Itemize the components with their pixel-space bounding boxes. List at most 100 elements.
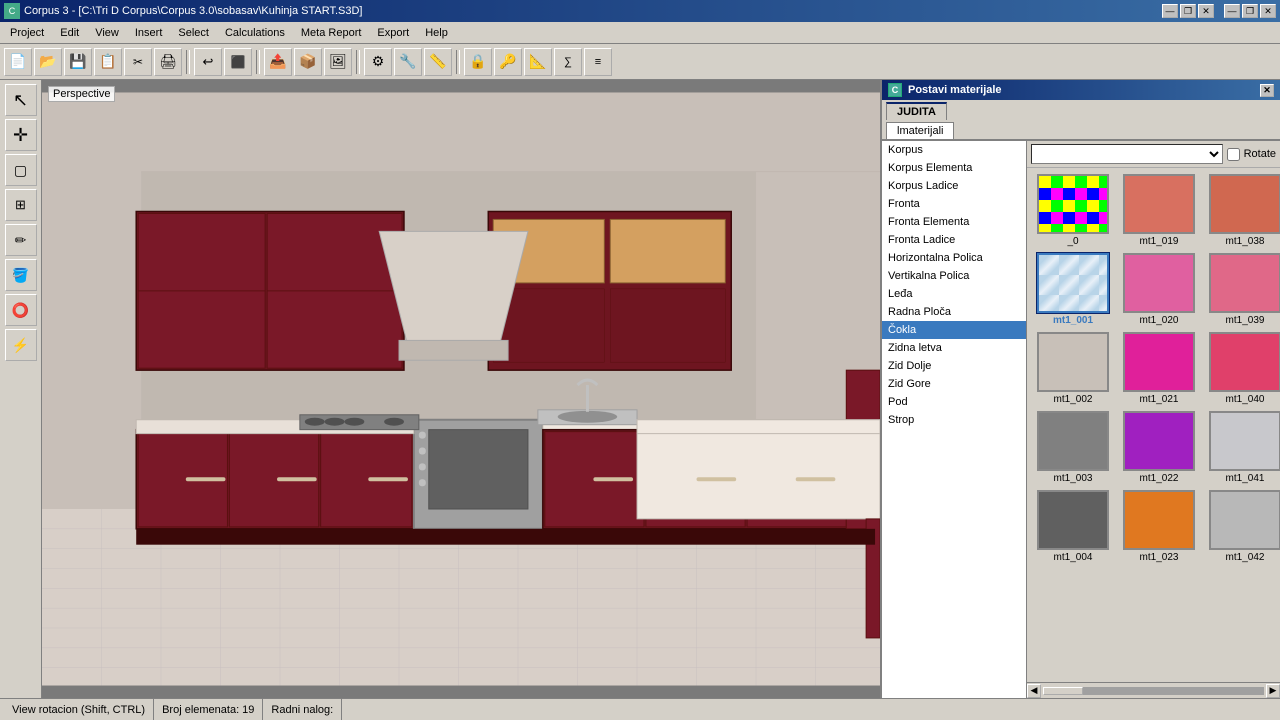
tool-lightning[interactable]: ⚡: [5, 329, 37, 361]
swatch-box-mt1-019[interactable]: [1123, 174, 1195, 234]
toolbar-3d[interactable]: 📦: [294, 48, 322, 76]
toolbar-print[interactable]: 🖨: [154, 48, 182, 76]
swatch-mt1-041[interactable]: mt1_041: [1205, 411, 1280, 484]
toolbar-new[interactable]: 📄: [4, 48, 32, 76]
swatch-mt1-039[interactable]: mt1_039: [1205, 253, 1280, 326]
swatch-mt1-001[interactable]: mt1_001: [1033, 253, 1113, 326]
toolbar-key[interactable]: 🔑: [494, 48, 522, 76]
swatch-mt1-040[interactable]: mt1_040: [1205, 332, 1280, 405]
tool-pen[interactable]: ✏: [5, 224, 37, 256]
toolbar-tools[interactable]: 🔧: [394, 48, 422, 76]
app-min-btn[interactable]: —: [1224, 4, 1240, 18]
swatch-box-mt1-023[interactable]: [1123, 490, 1195, 550]
menu-insert[interactable]: Insert: [127, 25, 171, 41]
mat-item-korpus-elementa[interactable]: Korpus Elementa: [882, 159, 1026, 177]
tool-move[interactable]: ✛: [5, 119, 37, 151]
menu-edit[interactable]: Edit: [52, 25, 87, 41]
swatch-mt1-003[interactable]: mt1_003: [1033, 411, 1113, 484]
toolbar-cut[interactable]: ✂: [124, 48, 152, 76]
toolbar-export[interactable]: 📤: [264, 48, 292, 76]
mat-item-zidna-letva[interactable]: Zidna letva: [882, 339, 1026, 357]
menu-select[interactable]: Select: [170, 25, 217, 41]
minimize-btn[interactable]: —: [1162, 4, 1178, 18]
material-dropdown[interactable]: [1031, 144, 1223, 164]
menu-help[interactable]: Help: [417, 25, 456, 41]
toolbar-angle[interactable]: 📐: [524, 48, 552, 76]
toolbar-measure[interactable]: 📏: [424, 48, 452, 76]
scroll-right-btn[interactable]: ▶: [1266, 684, 1280, 698]
mat-item-horiz-polica[interactable]: Horizontalna Polica: [882, 249, 1026, 267]
swatch-box-mt1-020[interactable]: [1123, 253, 1195, 313]
rotate-checkbox[interactable]: [1227, 148, 1240, 161]
mat-item-vert-polica[interactable]: Vertikalna Polica: [882, 267, 1026, 285]
materials-list[interactable]: Korpus Korpus Elementa Korpus Ladice Fro…: [882, 141, 1027, 698]
scroll-left-btn[interactable]: ◀: [1027, 684, 1041, 698]
swatch-mt1-002[interactable]: mt1_002: [1033, 332, 1113, 405]
restore-btn[interactable]: ❐: [1180, 4, 1196, 18]
menu-view[interactable]: View: [87, 25, 127, 41]
toolbar-calc[interactable]: ∑: [554, 48, 582, 76]
swatch-box-mt1-002[interactable]: [1037, 332, 1109, 392]
swatch-mt1-023[interactable]: mt1_023: [1119, 490, 1199, 563]
swatch-box-0[interactable]: [1037, 174, 1109, 234]
toolbar-list[interactable]: ≡: [584, 48, 612, 76]
swatch-box-mt1-021[interactable]: [1123, 332, 1195, 392]
app-close-btn[interactable]: ✕: [1260, 4, 1276, 18]
viewport[interactable]: Perspective: [42, 80, 880, 698]
menu-export[interactable]: Export: [369, 25, 417, 41]
scroll-thumb[interactable]: [1043, 687, 1083, 695]
mat-item-zid-gore[interactable]: Zid Gore: [882, 375, 1026, 393]
menu-project[interactable]: Project: [2, 25, 52, 41]
swatch-box-mt1-001[interactable]: [1037, 253, 1109, 313]
swatch-mt1-021[interactable]: mt1_021: [1119, 332, 1199, 405]
tool-rectangle[interactable]: ▢: [5, 154, 37, 186]
swatch-box-mt1-040[interactable]: [1209, 332, 1280, 392]
tool-grid[interactable]: ⊞: [5, 189, 37, 221]
toolbar-lock[interactable]: 🔒: [464, 48, 492, 76]
mat-item-cokla[interactable]: Čokla: [882, 321, 1026, 339]
toolbar-open[interactable]: 📂: [34, 48, 62, 76]
toolbar-save[interactable]: 💾: [64, 48, 92, 76]
tool-fill[interactable]: 🪣: [5, 259, 37, 291]
toolbar-image[interactable]: 🖼: [324, 48, 352, 76]
toolbar-settings[interactable]: ⚙: [364, 48, 392, 76]
subtab-lmaterijali[interactable]: lmaterijali: [886, 122, 954, 139]
mat-item-pod[interactable]: Pod: [882, 393, 1026, 411]
mat-item-strop[interactable]: Strop: [882, 411, 1026, 429]
swatch-mt1-022[interactable]: mt1_022: [1119, 411, 1199, 484]
swatch-mt1-042[interactable]: mt1_042: [1205, 490, 1280, 563]
swatch-box-mt1-003[interactable]: [1037, 411, 1109, 471]
swatch-box-mt1-039[interactable]: [1209, 253, 1280, 313]
close-btn[interactable]: ✕: [1198, 4, 1214, 18]
swatch-mt1-038[interactable]: mt1_038: [1205, 174, 1280, 247]
toolbar-copy[interactable]: 📋: [94, 48, 122, 76]
swatch-0[interactable]: _0: [1033, 174, 1113, 247]
panel-close-btn[interactable]: ✕: [1260, 84, 1274, 97]
toolbar-undo[interactable]: ↩: [194, 48, 222, 76]
swatch-box-mt1-038[interactable]: [1209, 174, 1280, 234]
mat-item-zid-dolje[interactable]: Zid Dolje: [882, 357, 1026, 375]
tool-circle[interactable]: ⭕: [5, 294, 37, 326]
menu-calculations[interactable]: Calculations: [217, 25, 293, 41]
swatch-box-mt1-041[interactable]: [1209, 411, 1280, 471]
mat-item-fronta-elementa[interactable]: Fronta Elementa: [882, 213, 1026, 231]
mat-item-korpus[interactable]: Korpus: [882, 141, 1026, 159]
swatch-mt1-019[interactable]: mt1_019: [1119, 174, 1199, 247]
menu-meta-report[interactable]: Meta Report: [293, 25, 370, 41]
swatch-box-mt1-042[interactable]: [1209, 490, 1280, 550]
mat-item-ledja[interactable]: Leđa: [882, 285, 1026, 303]
swatch-mt1-020[interactable]: mt1_020: [1119, 253, 1199, 326]
toolbar-block[interactable]: ⬛: [224, 48, 252, 76]
swatches-area[interactable]: _0 mt1_019 mt1_038 mt: [1027, 168, 1280, 682]
app-restore-btn[interactable]: ❐: [1242, 4, 1258, 18]
scroll-track[interactable]: [1043, 687, 1264, 695]
swatch-box-mt1-022[interactable]: [1123, 411, 1195, 471]
tool-select[interactable]: ↖: [5, 84, 37, 116]
mat-item-radna-ploca[interactable]: Radna Ploča: [882, 303, 1026, 321]
tab-judita[interactable]: JUDITA: [886, 102, 947, 120]
swatch-mt1-004[interactable]: mt1_004: [1033, 490, 1113, 563]
mat-item-fronta[interactable]: Fronta: [882, 195, 1026, 213]
mat-item-korpus-ladice[interactable]: Korpus Ladice: [882, 177, 1026, 195]
mat-item-fronta-ladice[interactable]: Fronta Ladice: [882, 231, 1026, 249]
swatch-box-mt1-004[interactable]: [1037, 490, 1109, 550]
